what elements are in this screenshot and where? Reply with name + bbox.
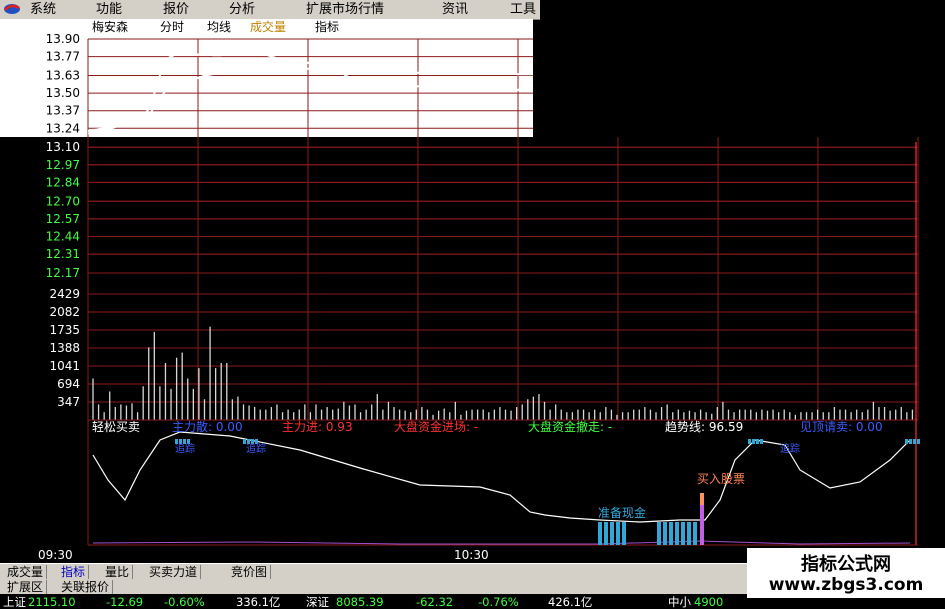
sz-amount: 426.1亿 — [548, 595, 593, 609]
price-tick-label: 13.50 — [46, 86, 80, 100]
indicator-legend-item: 大盘资金撤走: - — [528, 419, 612, 434]
price-tick-label: 12.17 — [46, 266, 80, 280]
price-tick-label: 12.57 — [46, 212, 80, 226]
signal-marker — [752, 439, 755, 444]
cash-bar — [657, 522, 661, 545]
signal-marker — [760, 439, 763, 444]
indicator-tag-1: 追踪 — [175, 442, 195, 455]
cash-bar — [610, 522, 614, 545]
cash-bar — [687, 522, 691, 545]
watermark-logo: 指标公式网 www.zbgs3.com — [747, 548, 945, 598]
cash-bar — [675, 522, 679, 545]
intraday-chart: 13.90 13.77 13.63 13.50 13.37 13.24 13.10 12.97… — [0, 19, 920, 562]
tab-indicator[interactable]: 指标 — [58, 565, 90, 579]
cash-bar — [669, 522, 673, 545]
tab-volume[interactable]: 成交量 — [4, 565, 48, 579]
tab-volume-ratio[interactable]: 量比 — [102, 565, 134, 579]
purple-line — [92, 540, 911, 545]
sh-amount: 336.1亿 — [236, 595, 281, 609]
cash-bar — [663, 522, 667, 545]
signal-marker — [913, 439, 916, 444]
signal-marker — [756, 439, 759, 444]
price-tick-label: 12.84 — [46, 175, 80, 189]
indicator-title: 轻松买卖 — [92, 420, 140, 434]
tab-related-quote[interactable]: 关联报价 — [58, 580, 114, 594]
price-tick-label: 12.31 — [46, 247, 80, 261]
cash-bar — [616, 522, 620, 545]
price-tick-label: 13.10 — [46, 140, 80, 154]
cash-bar — [681, 522, 685, 545]
volume-tick-label: 2429 — [49, 287, 80, 301]
volume-tick-label: 1388 — [49, 341, 80, 355]
price-tick-label: 13.24 — [46, 121, 80, 135]
cash-bar — [622, 522, 626, 545]
price-tick-label: 13.90 — [46, 32, 80, 46]
time-axis-label: 09:30 — [38, 548, 73, 562]
sh-label: 上证 — [3, 595, 26, 609]
indicator-tag-2: 追踪 — [246, 442, 266, 455]
sz-pct: -0.76% — [478, 595, 519, 609]
volume-tick-label: 347 — [57, 395, 80, 409]
volume-tick-label: 694 — [57, 377, 80, 391]
sh-change: -12.69 — [106, 595, 144, 609]
signal-marker — [909, 439, 912, 444]
signal-marker — [748, 439, 751, 444]
annotation-prepare-cash: 准备现金 — [598, 505, 646, 520]
price-tick-label: 13.77 — [46, 50, 80, 64]
sz-label: 深证 — [306, 595, 329, 609]
watermark-line2: www.zbgs3.com — [768, 575, 924, 595]
signal-marker — [917, 439, 920, 444]
sz-change: -62.32 — [416, 595, 454, 609]
volume-tick-label: 1735 — [49, 323, 80, 337]
price-tick-label: 12.70 — [46, 194, 80, 208]
indicator-legend-item: 见顶请卖: 0.00 — [800, 420, 883, 434]
header-volume[interactable]: 成交量 — [250, 19, 286, 34]
indicator-tag-3: 追踪 — [780, 442, 800, 455]
price-tick-label: 12.97 — [46, 158, 80, 172]
watermark-line1: 指标公式网 — [801, 554, 891, 575]
zx-label: 中小 — [668, 595, 691, 609]
cash-bar — [598, 522, 602, 545]
price-tick-label: 12.44 — [46, 229, 80, 243]
time-axis-label: 10:30 — [454, 548, 489, 562]
zx-value: 4900 — [694, 595, 724, 609]
price-tick-label: 13.37 — [46, 104, 80, 118]
indicator-legend-item: 趋势线: 96.59 — [665, 420, 743, 434]
tab-buy-sell-force[interactable]: 买卖力道 — [146, 565, 202, 579]
cash-bar — [604, 522, 608, 545]
indicator-legend-item: 主力散: 0.00 — [172, 419, 243, 434]
volume-tick-label: 2082 — [49, 305, 80, 319]
annotation-buy-stock: 买入股票 — [697, 472, 745, 486]
volume-tick-label: 1041 — [49, 359, 80, 373]
cash-bar — [693, 522, 697, 545]
sh-value: 2115.10 — [28, 595, 76, 609]
stock-name: 梅安森 — [92, 19, 128, 34]
signal-marker — [905, 439, 908, 444]
indicator-legend-item: 大盘资金进场: - — [394, 419, 478, 434]
sz-value: 8085.39 — [336, 595, 384, 609]
tab-auction[interactable]: 竞价图 — [228, 565, 272, 579]
tab-extension-area[interactable]: 扩展区 — [4, 580, 48, 594]
price-tick-label: 13.63 — [46, 69, 80, 83]
buy-signal-tip — [700, 493, 704, 505]
sh-pct: -0.60% — [164, 595, 205, 609]
header-avgline[interactable]: 均线 — [207, 20, 231, 34]
indicator-legend-item: 主力进: 0.93 — [282, 420, 353, 434]
header-timeshare[interactable]: 分时 — [160, 20, 184, 34]
header-indicator[interactable]: 指标 — [315, 19, 339, 34]
